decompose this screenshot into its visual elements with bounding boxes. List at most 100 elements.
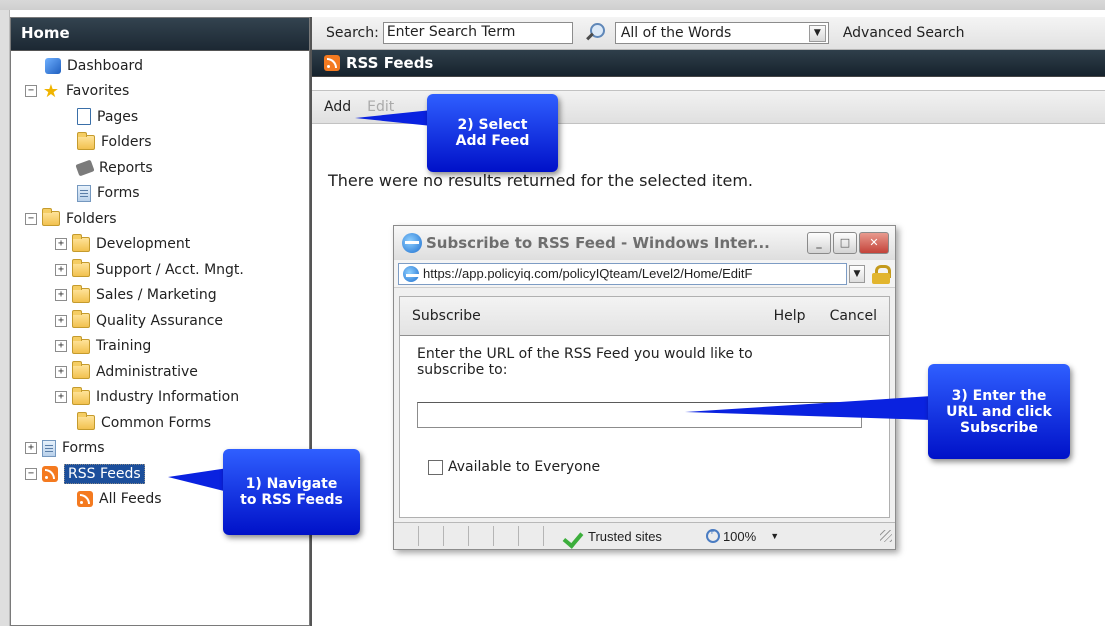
- search-scope-select[interactable]: All of the Words ▼: [614, 22, 829, 44]
- add-button[interactable]: Add: [324, 99, 351, 115]
- sidebar-item-favorites[interactable]: − ★ Favorites: [11, 79, 309, 105]
- star-icon: ★: [42, 80, 60, 102]
- folder-icon: [72, 361, 90, 380]
- sidebar-item-label: Folders: [101, 134, 152, 151]
- zoom-icon[interactable]: [705, 527, 720, 543]
- close-icon[interactable]: ✕: [859, 232, 889, 254]
- dialog-body: Subscribe Help Cancel Enter the URL of t…: [399, 296, 890, 518]
- rss-icon: [42, 465, 58, 482]
- sidebar-item-common-forms[interactable]: Common Forms: [11, 410, 309, 436]
- callout-step2: 2) Select Add Feed: [427, 94, 558, 172]
- sidebar-item-label: Forms: [97, 185, 140, 202]
- sidebar-item-support[interactable]: + Support / Acct. Mngt.: [11, 257, 309, 283]
- sidebar-item-development[interactable]: + Development: [11, 232, 309, 258]
- empty-message: There were no results returned for the s…: [328, 171, 753, 190]
- sidebar-item-reports[interactable]: Reports: [11, 155, 309, 181]
- subscribe-button[interactable]: Subscribe: [412, 308, 481, 324]
- window-top-edge: [0, 0, 1105, 10]
- sidebar-item-label: Administrative: [96, 363, 198, 380]
- sidebar-item-label: Industry Information: [96, 389, 240, 406]
- checkbox-label: Available to Everyone: [448, 459, 601, 475]
- sidebar-item-label: Support / Acct. Mngt.: [96, 261, 244, 278]
- screenshot-frame: Home Dashboard − ★ Favorites Pages Folde…: [0, 0, 1105, 626]
- dialog-title: Subscribe to RSS Feed - Windows Inter...: [426, 234, 770, 252]
- feed-url-input[interactable]: [417, 402, 862, 428]
- sidebar-item-label: Reports: [99, 159, 153, 176]
- expand-icon[interactable]: +: [55, 391, 67, 404]
- chevron-down-icon[interactable]: ▼: [770, 531, 779, 541]
- sidebar-item-training[interactable]: + Training: [11, 334, 309, 360]
- sidebar-item-label: Favorites: [66, 83, 130, 100]
- zoom-level[interactable]: 100%: [723, 529, 756, 544]
- page-icon: [403, 265, 420, 282]
- sidebar-item-label: All Feeds: [99, 491, 162, 508]
- security-zone: Trusted sites: [588, 528, 662, 544]
- collapse-icon[interactable]: −: [25, 212, 37, 225]
- edit-button[interactable]: Edit: [367, 99, 394, 115]
- expand-icon[interactable]: +: [25, 442, 37, 455]
- folder-icon: [42, 208, 60, 227]
- sidebar-item-dashboard[interactable]: Dashboard: [11, 53, 309, 79]
- folder-icon: [72, 259, 90, 278]
- search-icon[interactable]: [583, 21, 607, 45]
- resize-grip-icon[interactable]: [880, 530, 892, 542]
- folder-icon: [72, 233, 90, 252]
- report-icon: [75, 159, 95, 177]
- sidebar-item-label: Development: [96, 236, 191, 253]
- sidebar-item-label: Folders: [66, 210, 117, 227]
- sidebar-item-label: Training: [96, 338, 152, 355]
- cancel-button[interactable]: Cancel: [830, 308, 877, 324]
- expand-icon[interactable]: +: [55, 289, 67, 302]
- sidebar-item-label: Sales / Marketing: [96, 287, 217, 304]
- dialog-prompt: Enter the URL of the RSS Feed you would …: [417, 346, 753, 378]
- folder-icon: [77, 412, 95, 431]
- minimize-icon[interactable]: _: [807, 232, 831, 254]
- search-input[interactable]: Enter Search Term: [382, 22, 573, 44]
- rss-icon: [77, 491, 93, 508]
- sidebar-item-administrative[interactable]: + Administrative: [11, 359, 309, 385]
- dialog-toolbar: Subscribe Help Cancel: [400, 297, 889, 336]
- expand-icon[interactable]: +: [55, 340, 67, 353]
- page-title: RSS Feeds: [346, 54, 434, 72]
- subscribe-dialog: Subscribe to RSS Feed - Windows Inter...…: [393, 225, 896, 550]
- sidebar-item-sales[interactable]: + Sales / Marketing: [11, 283, 309, 309]
- help-button[interactable]: Help: [774, 308, 806, 324]
- collapse-icon[interactable]: −: [25, 85, 37, 98]
- address-url: https://app.policyiq.com/policyIQteam/Le…: [423, 266, 753, 281]
- sidebar-item-quality-assurance[interactable]: + Quality Assurance: [11, 308, 309, 334]
- sidebar-item-label: Quality Assurance: [96, 312, 224, 329]
- sidebar-item-label: Forms: [62, 440, 105, 457]
- expand-icon[interactable]: +: [55, 238, 67, 251]
- folder-icon: [72, 335, 90, 354]
- search-label: Search:: [326, 25, 379, 41]
- sidebar-item-folders[interactable]: − Folders: [11, 206, 309, 232]
- lock-icon[interactable]: [871, 264, 891, 284]
- sidebar-item-pages[interactable]: Pages: [11, 104, 309, 130]
- page-icon: [77, 108, 91, 126]
- sidebar-item-industry-information[interactable]: + Industry Information: [11, 385, 309, 411]
- sidebar-item-favorite-forms[interactable]: Forms: [11, 181, 309, 207]
- search-bar: Search: Enter Search Term All of the Wor…: [312, 17, 1105, 50]
- spacer: [312, 77, 1105, 91]
- dialog-titlebar: Subscribe to RSS Feed - Windows Inter...…: [394, 226, 895, 260]
- window-left-edge: [0, 10, 10, 626]
- chevron-down-icon[interactable]: ▼: [808, 24, 826, 42]
- folder-icon: [72, 386, 90, 405]
- address-field[interactable]: https://app.policyiq.com/policyIQteam/Le…: [398, 262, 847, 285]
- checkmark-icon: [564, 528, 582, 544]
- expand-icon[interactable]: +: [55, 365, 67, 378]
- expand-icon[interactable]: +: [55, 314, 67, 327]
- dialog-statusbar: Trusted sites 100% ▼: [394, 522, 895, 549]
- advanced-search-link[interactable]: Advanced Search: [843, 25, 965, 41]
- page-title-bar: RSS Feeds: [312, 50, 1105, 77]
- sidebar-item-favorite-folders[interactable]: Folders: [11, 130, 309, 156]
- chevron-down-icon[interactable]: ▼: [849, 264, 865, 283]
- expand-icon[interactable]: +: [55, 263, 67, 276]
- sidebar-item-label: RSS Feeds: [64, 463, 145, 484]
- address-bar: https://app.policyiq.com/policyIQteam/Le…: [394, 260, 895, 288]
- folder-icon: [72, 310, 90, 329]
- maximize-icon[interactable]: □: [833, 232, 857, 254]
- window-controls: _ □ ✕: [807, 232, 889, 254]
- available-checkbox[interactable]: [428, 459, 443, 475]
- collapse-icon[interactable]: −: [25, 467, 37, 480]
